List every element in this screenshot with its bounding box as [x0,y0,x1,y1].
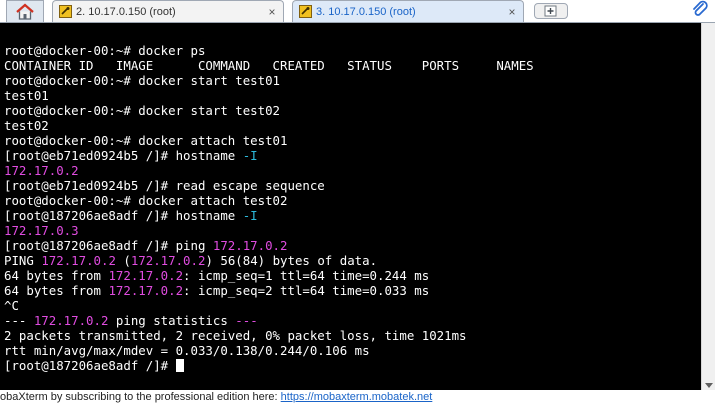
terminal-text: test01 [4,88,49,103]
terminal-text: ) 56(84) bytes of data. [205,253,378,268]
terminal-output[interactable]: root@docker-00:~# docker ps CONTAINER ID … [0,23,701,390]
tab-session-3[interactable]: 3. 10.17.0.150 (root) × [292,0,524,22]
terminal-text: 172.17.0.2 [33,313,109,328]
terminal-line: root@docker-00:~# docker ps [4,43,701,58]
terminal-line: CONTAINER ID IMAGE COMMAND CREATED STATU… [4,58,701,73]
terminal-text: --- [235,313,258,328]
terminal-line: root@docker-00:~# docker attach test02 [4,193,701,208]
new-tab-button[interactable] [534,3,568,19]
terminal-text: 64 bytes from [4,283,109,298]
close-tab-icon[interactable]: × [505,5,519,19]
terminal-line: PING 172.17.0.2 (172.17.0.2) 56(84) byte… [4,253,701,268]
terminal-line: rtt min/avg/max/mdev = 0.033/0.138/0.244… [4,343,701,358]
terminal-text: ^C [4,298,19,313]
terminal-text: ( [115,253,131,268]
scroll-down-arrow-icon[interactable] [705,383,713,388]
terminal-text: rtt min/avg/max/mdev = 0.033/0.138/0.244… [4,343,370,358]
terminal-text: : icmp_seq=2 ttl=64 time=0.033 ms [183,283,430,298]
terminal-text: 172.17.0.2 [212,238,288,253]
close-tab-icon[interactable]: × [265,5,279,19]
terminal-line: test01 [4,88,701,103]
terminal-line: root@docker-00:~# docker attach test01 [4,133,701,148]
terminal-text: root@docker-00:~# docker ps [4,43,206,58]
terminal-text: root@docker-00:~# docker start test01 [4,73,281,88]
terminal-text: ping statistics [108,313,236,328]
terminal-text: [root@eb71ed0924b5 /]# read escape seque… [4,178,325,193]
home-icon [16,3,34,20]
status-text: obaXterm by subscribing to the professio… [0,391,281,403]
terminal-line: root@docker-00:~# docker start test02 [4,103,701,118]
terminal-text: root@docker-00:~# docker start test02 [4,103,281,118]
terminal-text: -I [242,148,258,163]
terminal-text: --- [4,313,34,328]
terminal-text: 172.17.0.2 [4,163,79,178]
paperclip-icon[interactable] [690,0,710,20]
tab-session-2[interactable]: 2. 10.17.0.150 (root) × [52,0,284,22]
terminal-text: -I [242,208,258,223]
terminal-text: : icmp_seq=1 ttl=64 time=0.244 ms [183,268,430,283]
terminal-line: [root@187206ae8adf /]# ping 172.17.0.2 [4,238,701,253]
terminal-text: CONTAINER ID IMAGE COMMAND CREATED STATU… [4,58,534,73]
terminal-cursor [175,359,184,372]
terminal-line: test02 [4,118,701,133]
terminal-line: [root@eb71ed0924b5 /]# hostname -I [4,148,701,163]
terminal-line: 2 packets transmitted, 2 received, 0% pa… [4,328,701,343]
terminal-line: 64 bytes from 172.17.0.2: icmp_seq=1 ttl… [4,268,701,283]
tab-label: 2. 10.17.0.150 (root) [76,5,176,18]
terminal-line: [root@187206ae8adf /]# hostname -I [4,208,701,223]
tab-bar: 2. 10.17.0.150 (root) × 3. 10.17.0.150 (… [0,0,715,23]
terminal-line: 172.17.0.2 [4,163,701,178]
terminal-text: 2 packets transmitted, 2 received, 0% pa… [4,328,467,343]
terminal-line: [root@187206ae8adf /]# [4,358,701,373]
terminal-text: [root@187206ae8adf /]# hostname [4,208,243,223]
terminal-line: 64 bytes from 172.17.0.2: icmp_seq=2 ttl… [4,283,701,298]
terminal-text: 64 bytes from [4,268,109,283]
terminal-line: --- 172.17.0.2 ping statistics --- [4,313,701,328]
terminal-text: PING [4,253,42,268]
terminal-line: root@docker-00:~# docker start test01 [4,73,701,88]
tab-label: 3. 10.17.0.150 (root) [316,5,416,18]
terminal-text: root@docker-00:~# docker attach test01 [4,133,288,148]
terminal-line: ^C [4,298,701,313]
terminal-line: 172.17.0.3 [4,223,701,238]
terminal-text: 172.17.0.2 [108,283,184,298]
new-tab-icon [544,5,557,17]
terminal-text: root@docker-00:~# docker attach test02 [4,193,288,208]
terminal-text: [root@eb71ed0924b5 /]# hostname [4,148,243,163]
terminal-line: [root@eb71ed0924b5 /]# read escape seque… [4,178,701,193]
terminal-text: [root@187206ae8adf /]# [4,358,176,373]
terminal-text: 172.17.0.2 [41,253,116,268]
website-link[interactable]: https://mobaxterm.mobatek.net [281,391,433,403]
terminal-text: test02 [4,118,49,133]
terminal-text: 172.17.0.3 [4,223,79,238]
terminal-text: [root@187206ae8adf /]# ping [4,238,213,253]
status-bar: obaXterm by subscribing to the professio… [0,390,715,405]
terminal-text: 172.17.0.2 [108,268,184,283]
terminal-scrollbar[interactable] [701,23,715,390]
terminal-session-icon [59,5,72,18]
terminal-text: 172.17.0.2 [130,253,206,268]
home-tab[interactable] [6,0,44,22]
terminal-session-icon [299,5,312,18]
